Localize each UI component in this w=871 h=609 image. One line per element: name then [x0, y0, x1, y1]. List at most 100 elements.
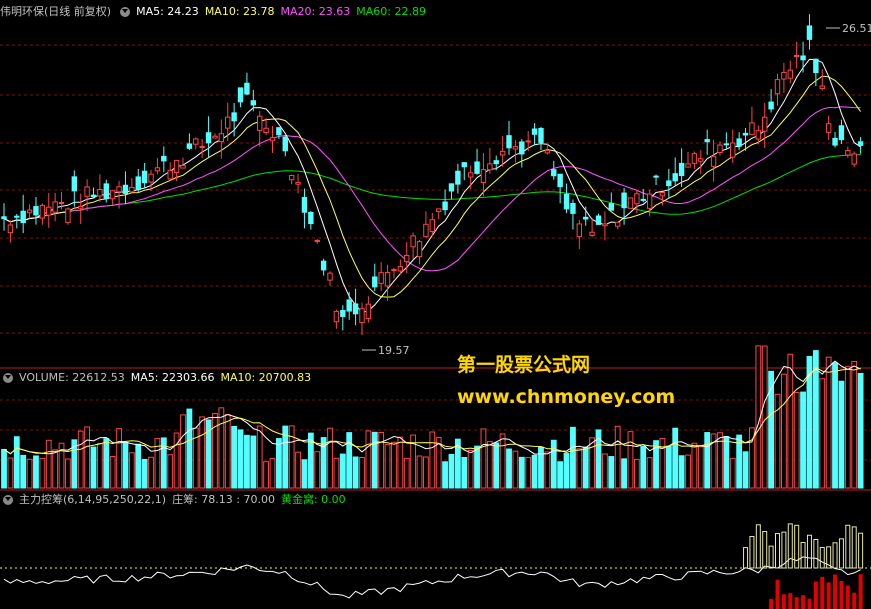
volume-bar: [550, 439, 557, 489]
candle-body: [308, 211, 314, 225]
volume-bar: [486, 441, 493, 489]
candle-body: [212, 135, 218, 139]
candle-body: [1, 216, 7, 220]
candle-body: [141, 170, 148, 184]
volume-bar: [704, 432, 711, 489]
candle-body: [173, 159, 180, 174]
candle-body: [608, 203, 614, 211]
candle-body: [116, 186, 122, 193]
volume-bar: [589, 437, 596, 489]
indicator-settings-icon[interactable]: [120, 7, 131, 17]
candle-body: [672, 173, 678, 182]
candle-body: [257, 115, 263, 131]
candle-body: [806, 25, 813, 40]
volume-settings-icon[interactable]: [3, 373, 13, 383]
volume-bar: [570, 426, 576, 489]
volume-bar: [685, 454, 691, 489]
candle-body: [678, 162, 685, 177]
indicator-bar-yellow: [806, 534, 812, 569]
volume-bar: [52, 449, 59, 489]
indicator-bar-yellow: [851, 526, 857, 569]
candle-body: [429, 219, 436, 232]
candle-body: [435, 208, 442, 212]
indicator-bar-yellow: [800, 541, 806, 569]
indicator-bar-yellow: [858, 532, 864, 569]
candle-body: [525, 140, 531, 143]
ma20-value: MA20: 23.63: [280, 5, 351, 18]
volume-bar: [403, 457, 410, 489]
candle-body: [487, 163, 493, 171]
candle-body: [231, 112, 237, 122]
candle-body: [506, 135, 512, 149]
candle-body: [538, 127, 544, 143]
indicator-bar-yellow: [832, 542, 838, 569]
volume-bar: [26, 458, 33, 489]
candle-body: [26, 209, 33, 214]
indicator-bar-red: [826, 582, 831, 609]
ma5-value: MA5: 24.23: [136, 5, 199, 18]
candle-body: [359, 308, 365, 324]
candle-body: [78, 206, 84, 209]
volume-bar: [729, 457, 736, 489]
volume-bar: [13, 436, 20, 489]
candle-body: [832, 137, 838, 146]
kline-chart-canvas[interactable]: 26.51 19.57: [0, 0, 871, 609]
volume-bar: [851, 360, 858, 489]
volume-bar: [678, 455, 685, 489]
candle-body: [455, 170, 461, 185]
volume-ma10-value: MA10: 20700.83: [220, 371, 312, 384]
candle-body: [384, 272, 391, 287]
volume-bar: [109, 456, 116, 489]
indicator-bar-yellow: [813, 538, 819, 569]
indicator-name: 主力控筹(6,14,95,250,22,1): [19, 493, 167, 506]
candle-body: [333, 310, 340, 323]
indicator-bar-yellow: [794, 524, 800, 569]
zhuangchou-value: 庄筹: 78.13 : 70.00: [172, 493, 275, 506]
candle-body: [7, 224, 14, 234]
indicator-bar-red: [852, 592, 857, 609]
volume-bar: [378, 432, 385, 489]
volume-bar: [199, 416, 206, 489]
candle-body: [691, 153, 698, 164]
volume-bar: [793, 391, 800, 489]
volume-bar: [250, 435, 257, 489]
volume-bar: [506, 448, 512, 489]
candle-body: [819, 85, 825, 90]
volume-bar: [633, 458, 640, 489]
indicator-bar-yellow: [762, 531, 768, 569]
candle-body: [269, 137, 276, 142]
candle-body: [736, 138, 742, 147]
candle-body: [519, 141, 525, 155]
candle-body: [135, 176, 141, 191]
candle-body: [717, 144, 723, 154]
watermark-title: 第一股票公式网: [457, 354, 591, 376]
candle-body: [148, 173, 154, 183]
candle-body: [621, 192, 627, 209]
candle-body: [423, 223, 429, 238]
candle-body: [704, 139, 710, 143]
volume-bar: [780, 373, 787, 489]
indicator-bar-red: [858, 574, 863, 609]
candle-body: [372, 276, 378, 288]
candle-body: [762, 116, 768, 132]
volume-bar: [563, 453, 570, 489]
candle-body: [122, 184, 129, 194]
volume-bar: [263, 461, 269, 489]
volume-bar: [742, 451, 749, 489]
candle-body: [84, 186, 90, 197]
volume-bar: [339, 453, 346, 489]
volume-bar: [787, 353, 794, 489]
ma60-value: MA60: 22.89: [356, 5, 426, 18]
indicator-panel-settings-icon[interactable]: [3, 495, 13, 505]
candle-body: [237, 87, 244, 103]
volume-bar: [352, 456, 359, 489]
candle-body: [378, 272, 384, 284]
volume-bar: [812, 350, 819, 489]
volume-bar: [659, 437, 666, 489]
volume-bar: [761, 345, 768, 489]
indicator-bar-red: [833, 574, 838, 609]
volume-bar: [697, 446, 704, 489]
volume-bar: [442, 461, 448, 489]
volume-bar: [275, 438, 282, 489]
volume-bar: [608, 456, 615, 489]
